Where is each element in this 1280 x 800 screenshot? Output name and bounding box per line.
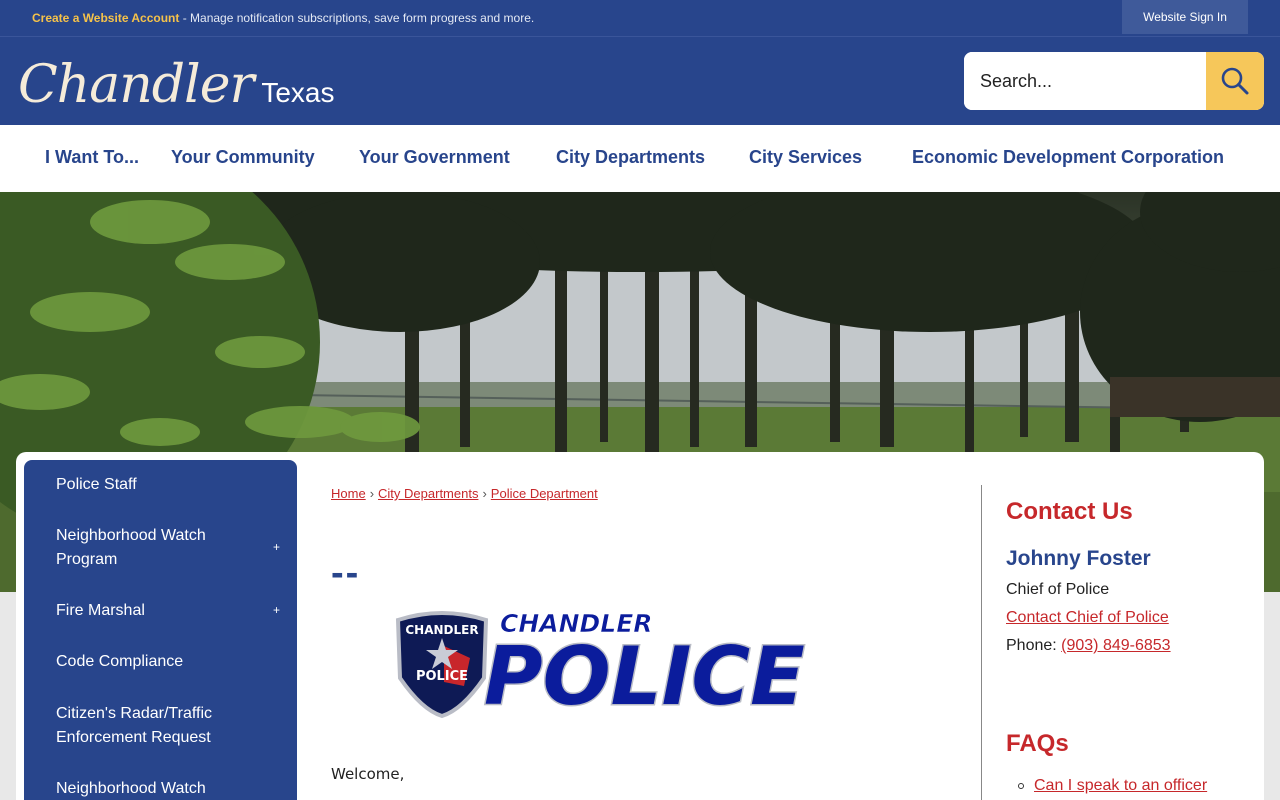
contact-phone: Phone: (903) 849-6853 (1006, 637, 1171, 655)
nav-your-community[interactable]: Your Community (171, 147, 315, 168)
account-message: Create a Website Account - Manage notifi… (32, 11, 534, 25)
breadcrumb-separator: › (482, 486, 487, 501)
contact-chief-link[interactable]: Contact Chief of Police (1006, 609, 1169, 627)
breadcrumb-home[interactable]: Home (331, 486, 366, 501)
nav-city-departments[interactable]: City Departments (556, 147, 705, 168)
faq-list-item: Can I speak to an officer (1018, 777, 1207, 795)
sidebar-item-radar-traffic-request[interactable]: Citizen's Radar/Traffic Enforcement Requ… (56, 702, 256, 750)
sidebar-item-fire-marshal[interactable]: Fire Marshal (56, 599, 256, 623)
faq-link[interactable]: Can I speak to an officer (1034, 777, 1207, 794)
search-icon (1221, 67, 1249, 95)
sidebar-item-neighborhood-watch[interactable]: Neighborhood Watch (56, 777, 256, 800)
sidebar-menu: Police Staff Neighborhood Watch Program … (24, 460, 297, 800)
page-title: -- (331, 552, 361, 594)
main-navigation: I Want To... Your Community Your Governm… (0, 125, 1280, 192)
sidebar-item-neighborhood-watch-program[interactable]: Neighborhood Watch Program (56, 524, 256, 572)
nav-city-services[interactable]: City Services (749, 147, 862, 168)
phone-link[interactable]: (903) 849-6853 (1061, 637, 1170, 654)
faqs-heading: FAQs (1006, 730, 1069, 757)
badge-top-text: CHANDLER (405, 623, 478, 637)
website-sign-in-button[interactable]: Website Sign In (1122, 0, 1248, 34)
expand-icon[interactable]: + (273, 540, 280, 554)
expand-icon[interactable]: + (273, 603, 280, 617)
nav-i-want-to[interactable]: I Want To... (45, 147, 139, 168)
phone-label: Phone: (1006, 637, 1062, 654)
breadcrumb-city-departments[interactable]: City Departments (378, 486, 478, 501)
search-input[interactable] (964, 52, 1206, 110)
column-divider (981, 485, 982, 800)
search-button[interactable] (1206, 52, 1264, 110)
chandler-police-logo: CHANDLER POLICE CHANDLER POLICE (392, 606, 892, 725)
contact-us-heading: Contact Us (1006, 498, 1133, 525)
breadcrumb-police-department[interactable]: Police Department (491, 486, 598, 501)
site-logo[interactable]: Chandler Texas (18, 45, 334, 115)
top-utility-bar: Create a Website Account - Manage notifi… (0, 0, 1280, 36)
contact-name: Johnny Foster (1006, 547, 1151, 570)
search-box (964, 52, 1264, 110)
sidebar-item-code-compliance[interactable]: Code Compliance (56, 650, 256, 674)
welcome-text: Welcome, (331, 765, 405, 783)
logo-city-name: Chandler (18, 55, 254, 115)
nav-economic-development[interactable]: Economic Development Corporation (912, 147, 1224, 168)
contact-title: Chief of Police (1006, 581, 1110, 598)
account-message-text: - Manage notification subscriptions, sav… (179, 11, 535, 25)
create-account-link[interactable]: Create a Website Account (32, 11, 179, 25)
sidebar-item-police-staff[interactable]: Police Staff (56, 473, 256, 497)
logo-state-name: Texas (261, 77, 335, 108)
bullet-icon (1018, 782, 1024, 789)
breadcrumb: Home › City Departments › Police Department (331, 486, 598, 501)
nav-your-government[interactable]: Your Government (359, 147, 510, 168)
logo-police-text: POLICE (484, 630, 805, 718)
site-header: Chandler Texas (0, 36, 1280, 125)
badge-bottom-text: POLICE (416, 669, 468, 684)
breadcrumb-separator: › (369, 486, 375, 501)
